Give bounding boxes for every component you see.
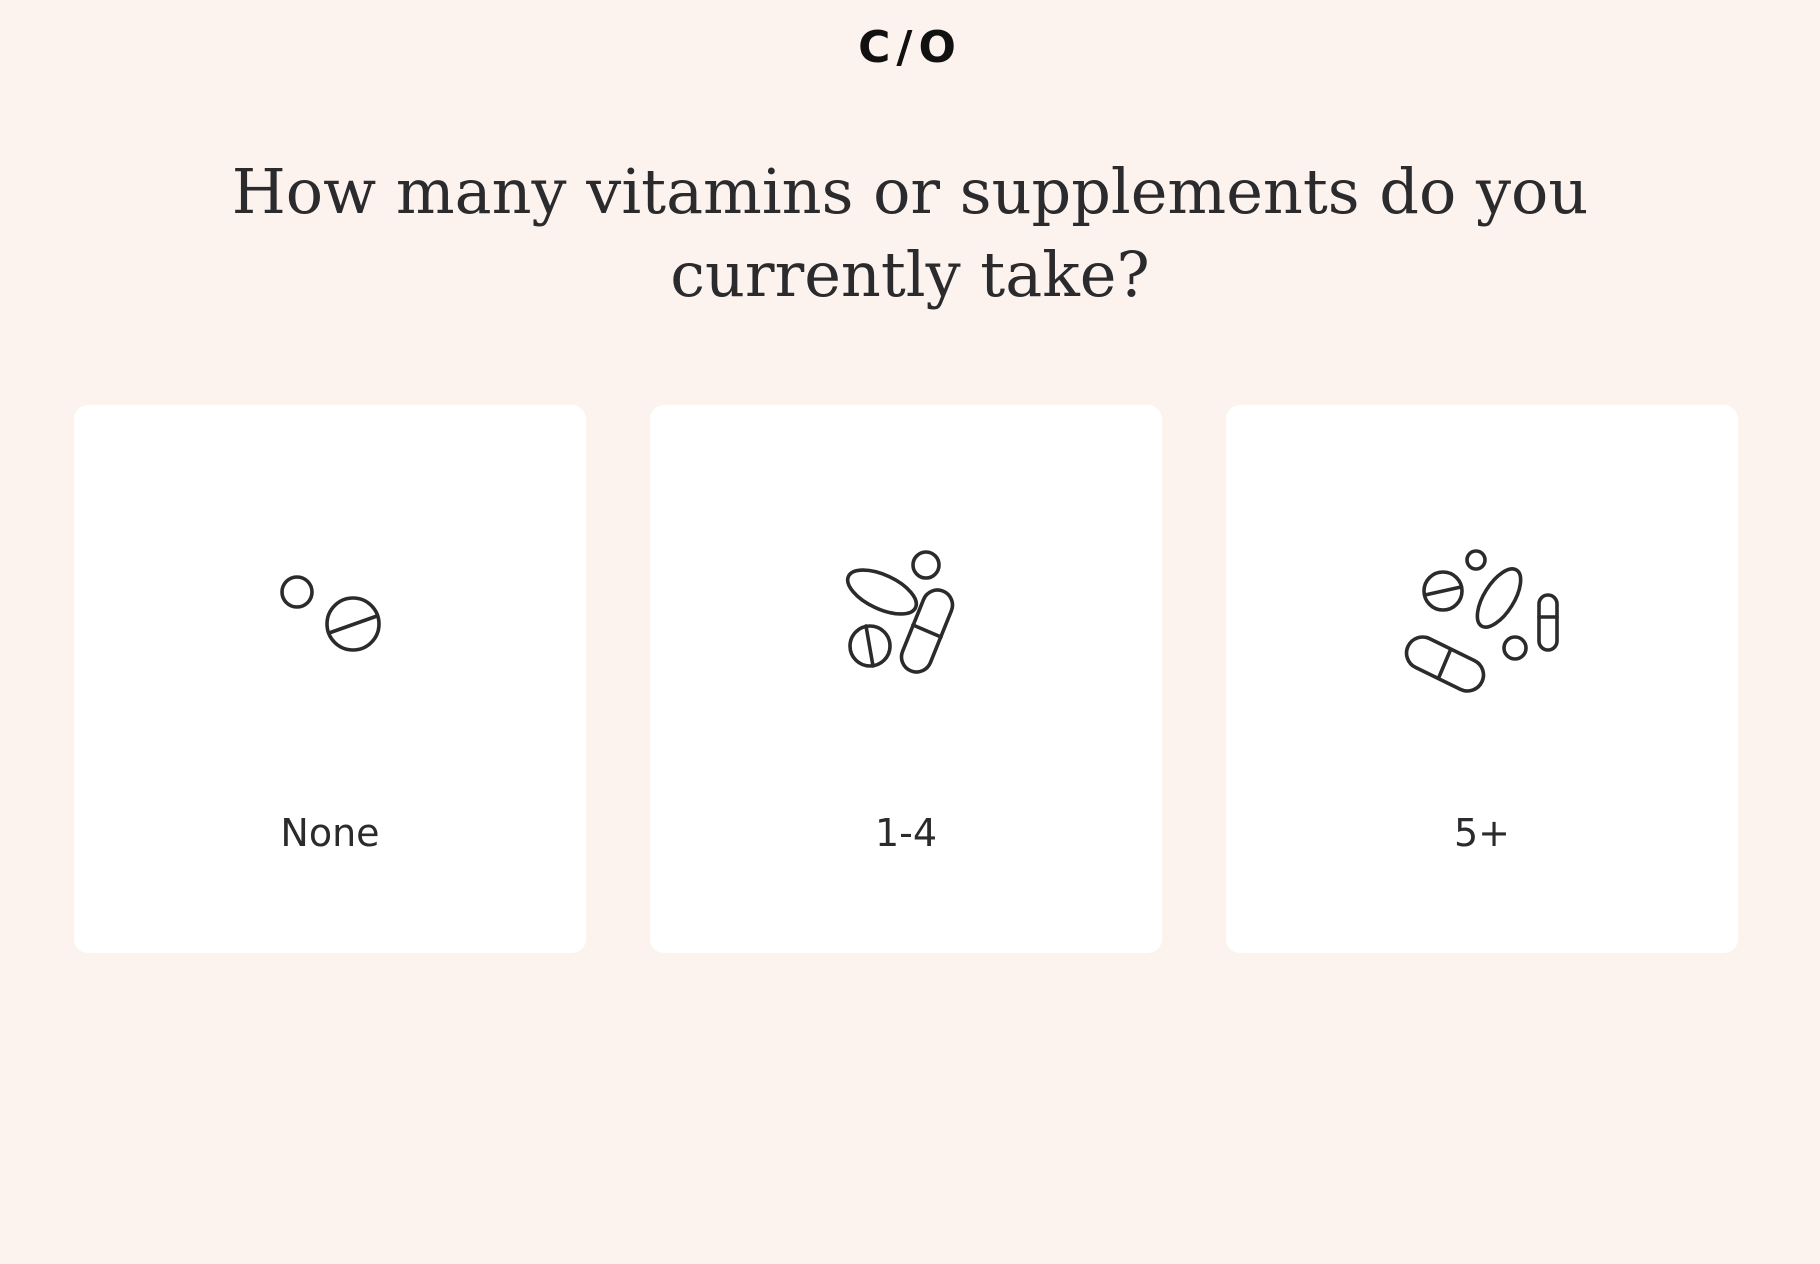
option-label-5-plus: 5+ <box>1453 811 1511 855</box>
option-card-none[interactable]: None <box>74 405 586 953</box>
answer-options: None 1-4 5+ <box>74 405 1739 953</box>
some-pills-icon <box>845 550 955 674</box>
option-card-5-plus[interactable]: 5+ <box>1226 405 1738 953</box>
few-pills-icon <box>280 575 381 652</box>
option-card-1-4[interactable]: 1-4 <box>650 405 1162 953</box>
many-pills-icon <box>1404 549 1559 693</box>
option-label-1-4: 1-4 <box>874 811 938 855</box>
question-title: How many vitamins or supplements do you … <box>231 155 1589 311</box>
brand-logo: C/O <box>858 22 962 73</box>
option-label-none: None <box>280 811 380 855</box>
